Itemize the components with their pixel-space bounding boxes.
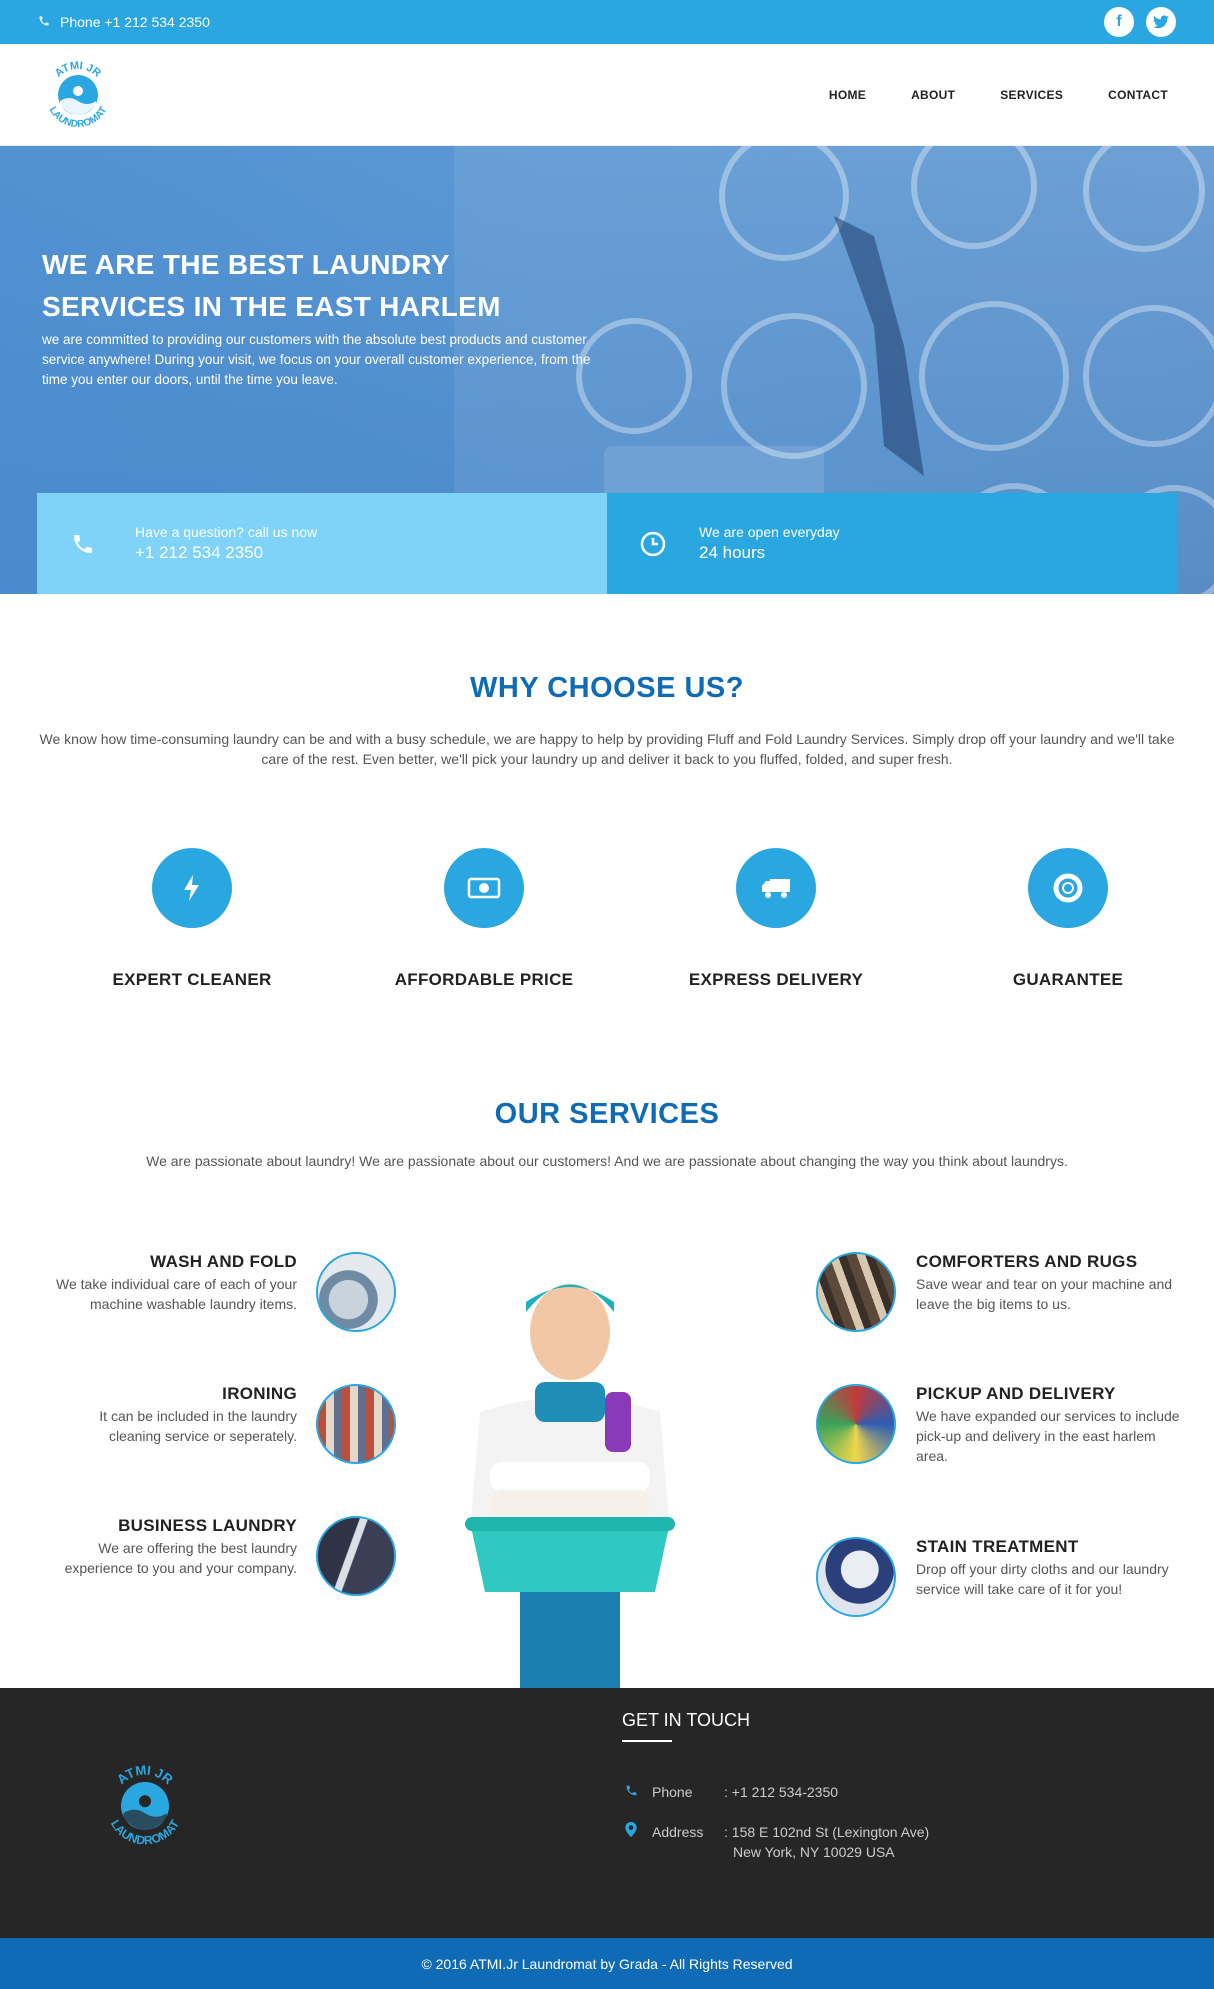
feature-expert-cleaner: EXPERT CLEANER [46,848,338,990]
service-comforters-and-rugs: COMFORTERS AND RUGS Save wear and tear o… [916,1252,1186,1314]
nav-about[interactable]: ABOUT [911,88,955,102]
footer: ATMI JR LAUNDROMAT GET IN TOUCH Phone : … [0,1688,1214,1938]
copyright-bar: © 2016 ATMI.Jr Laundromat by Grada - All… [0,1938,1214,1989]
service-wash-and-fold: WASH AND FOLD We take individual care of… [0,1252,297,1314]
feature-label: EXPERT CLEANER [112,970,272,989]
service-title: BUSINESS LAUNDRY [118,1516,297,1535]
services-section: OUR SERVICES We are passionate about lau… [0,1098,1214,1169]
site-logo[interactable]: ATMI JR LAUNDROMAT [38,55,118,135]
top-phone[interactable]: Phone +1 212 534 2350 [38,14,210,30]
phone-icon [67,528,99,560]
feature-label: EXPRESS DELIVERY [688,970,864,989]
stain-treatment-thumbnail [816,1537,896,1617]
footer-phone-row: Phone : +1 212 534-2350 [625,1782,838,1802]
service-title: PICKUP AND DELIVERY [916,1384,1116,1403]
phone-value[interactable]: : +1 212 534-2350 [724,1782,838,1802]
twitter-icon[interactable] [1146,7,1176,37]
feature-label: GUARANTEE [1012,970,1124,989]
copyright-text: © 2016 ATMI.Jr Laundromat by Grada - All… [421,1955,793,1972]
hours-label: We are open everyday [699,524,840,540]
hero-text: we are committed to providing our custom… [42,332,591,387]
service-pickup-and-delivery: PICKUP AND DELIVERY We have expanded our… [916,1384,1186,1466]
feature-guarantee: GUARANTEE [922,848,1214,990]
pickup-delivery-thumbnail [816,1384,896,1464]
footer-heading: GET IN TOUCH [622,1710,751,1730]
clock-icon [637,528,669,560]
call-box[interactable]: Have a question? call us now +1 212 534 … [37,493,607,594]
service-text: We take individual care of each of your … [56,1276,297,1312]
feature-express-delivery: EXPRESS DELIVERY [630,848,922,990]
hours-box: We are open everyday 24 hours [607,493,1177,594]
service-text: Save wear and tear on your machine and l… [916,1276,1173,1312]
ironing-thumbnail [316,1384,396,1464]
footer-heading-rule [622,1740,672,1742]
service-title: IRONING [222,1384,297,1403]
nav-home[interactable]: HOME [829,88,866,102]
why-text: We know how time-consuming laundry can b… [39,731,1175,767]
money-icon [444,848,524,928]
service-title: STAIN TREATMENT [916,1537,1079,1556]
social-links: f [1104,7,1176,37]
hero-info-bar: Have a question? call us now +1 212 534 … [37,493,1177,594]
services-heading: OUR SERVICES [494,1098,720,1130]
main-nav: ATMI JR LAUNDROMAT HOME ABOUT SERVICES C… [0,44,1214,146]
hours-value: 24 hours [699,543,766,562]
lightning-icon [152,848,232,928]
address-line-2: New York, NY 10029 USA [733,1844,895,1860]
why-choose-section: WHY CHOOSE US? We know how time-consumin… [0,672,1214,769]
hero-title: WE ARE THE BEST LAUNDRY SERVICES IN THE … [42,249,501,322]
feature-label: AFFORDABLE PRICE [394,970,574,989]
service-stain-treatment: STAIN TREATMENT Drop off your dirty clot… [916,1537,1186,1599]
phone-key: Phone [652,1784,693,1800]
why-heading: WHY CHOOSE US? [470,672,744,704]
call-label: Have a question? call us now [135,524,318,540]
service-text: Drop off your dirty cloths and our laund… [916,1561,1169,1597]
hero-banner: WE ARE THE BEST LAUNDRY SERVICES IN THE … [0,146,1214,594]
wash-fold-thumbnail [316,1252,396,1332]
map-pin-icon [625,1822,652,1862]
features-row: EXPERT CLEANER AFFORDABLE PRICE EXPRESS … [46,848,1214,990]
service-text: We have expanded our services to include… [916,1408,1180,1464]
feature-affordable-price: AFFORDABLE PRICE [338,848,630,990]
footer-logo[interactable]: ATMI JR LAUNDROMAT [97,1758,193,1854]
lifebuoy-icon [1028,848,1108,928]
service-title: COMFORTERS AND RUGS [916,1252,1138,1271]
service-text: We are offering the best laundry experie… [64,1540,297,1576]
facebook-icon[interactable]: f [1104,7,1134,37]
nav-menu: HOME ABOUT SERVICES CONTACT [829,88,1176,102]
address-key: Address [652,1824,704,1840]
truck-icon [736,848,816,928]
nav-contact[interactable]: CONTACT [1108,88,1168,102]
phone-icon [625,1782,652,1802]
top-bar: Phone +1 212 534 2350 f [0,0,1214,44]
footer-address-row: Address : 158 E 102nd St (Lexington Ave)… [625,1822,929,1862]
service-title: WASH AND FOLD [150,1252,297,1271]
business-laundry-thumbnail [316,1516,396,1596]
woman-with-laundry-image [465,1284,675,1688]
service-business-laundry: BUSINESS LAUNDRY We are offering the bes… [0,1516,297,1578]
nav-services[interactable]: SERVICES [1000,88,1063,102]
service-ironing: IRONING It can be included in the laundr… [0,1384,297,1446]
top-phone-text: Phone +1 212 534 2350 [60,14,210,30]
phone-icon [38,14,50,30]
service-text: It can be included in the laundry cleani… [99,1408,297,1444]
call-number: +1 212 534 2350 [135,543,264,562]
services-text: We are passionate about laundry! We are … [146,1153,1068,1169]
address-line-1: : 158 E 102nd St (Lexington Ave) [724,1824,930,1840]
comforters-thumbnail [816,1252,896,1332]
